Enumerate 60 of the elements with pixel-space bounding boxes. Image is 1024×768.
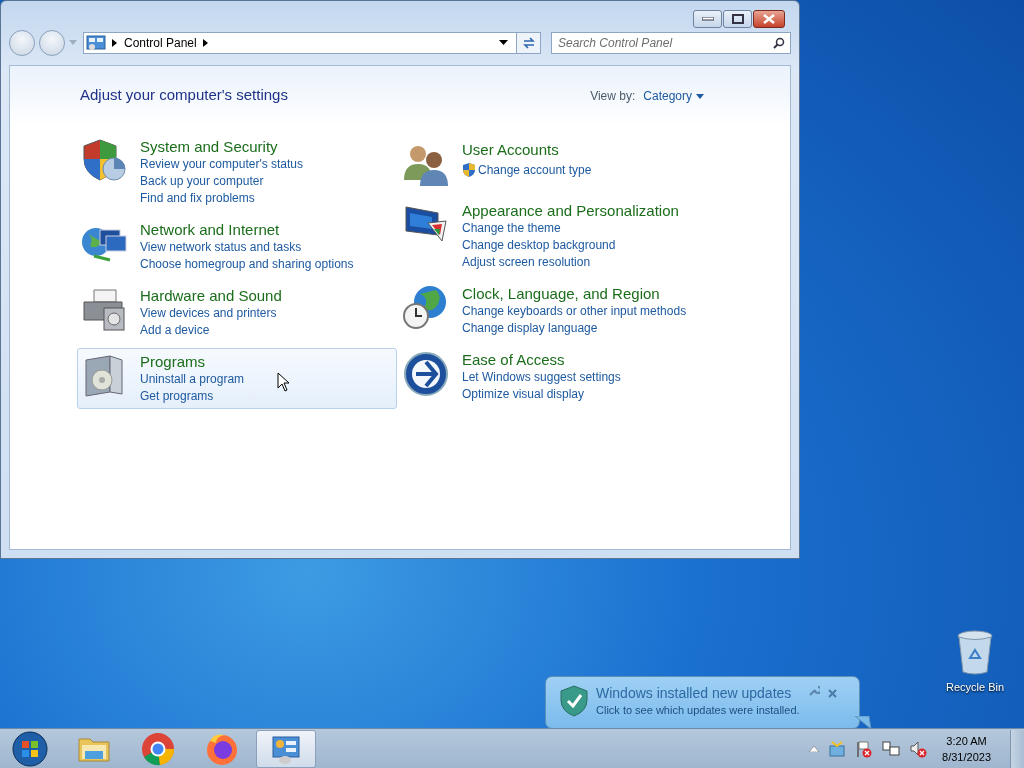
network-icon[interactable] bbox=[882, 739, 901, 758]
recycle-bin-icon[interactable] bbox=[956, 630, 994, 676]
refresh-button[interactable] bbox=[517, 32, 541, 54]
clock[interactable]: 3:20 AM 8/31/2023 bbox=[936, 732, 1001, 765]
task-link[interactable]: Find and fix problems bbox=[140, 189, 255, 207]
task-link[interactable]: Change account type bbox=[478, 161, 592, 179]
show-hidden-icons-icon[interactable] bbox=[809, 745, 820, 752]
task-link[interactable]: Change the theme bbox=[462, 219, 561, 237]
minimize-icon bbox=[701, 17, 714, 21]
task-link[interactable]: Add a device bbox=[140, 321, 210, 339]
speaker-muted-icon[interactable] bbox=[909, 739, 928, 758]
task-link[interactable]: Choose homegroup and sharing options bbox=[140, 255, 354, 273]
page-heading: Adjust your computer's settings bbox=[80, 85, 288, 105]
task-link[interactable]: Review your computer's status bbox=[140, 155, 304, 173]
taskbar-button[interactable] bbox=[256, 729, 316, 768]
notification-message: Click to see which updates were installed. bbox=[596, 703, 800, 718]
notification-balloon[interactable]: Windows installed new updates Click to see which updates were installed. bbox=[545, 676, 860, 729]
task-link[interactable]: Change display language bbox=[462, 319, 598, 337]
category-title-link[interactable]: Appearance and Personalization bbox=[462, 200, 679, 220]
view-by-dropdown[interactable]: Category bbox=[643, 87, 704, 105]
category-title-link[interactable]: Network and Internet bbox=[140, 219, 280, 239]
notification-title: Windows installed new updates bbox=[596, 685, 793, 702]
task-link[interactable]: Change keyboards or other input methods bbox=[462, 302, 687, 320]
flag-error-icon[interactable] bbox=[855, 739, 874, 758]
dropdown-arrow-icon bbox=[696, 93, 704, 99]
pointer-cursor-icon bbox=[277, 372, 291, 392]
task-link[interactable]: Uninstall a program bbox=[140, 370, 245, 388]
address-bar[interactable]: Control Panel bbox=[83, 32, 517, 54]
dropdown-arrow-icon[interactable] bbox=[499, 40, 508, 46]
refresh-icon bbox=[521, 37, 536, 49]
view-by-label: View by: bbox=[590, 88, 636, 105]
category-title-link[interactable]: Hardware and Sound bbox=[140, 285, 282, 305]
category-highlight[interactable]: Programs Uninstall a program Get programs bbox=[77, 347, 397, 409]
maximize-icon bbox=[731, 14, 744, 24]
close-button[interactable] bbox=[753, 10, 785, 28]
chevron-right-icon bbox=[202, 39, 209, 47]
shield-check-icon bbox=[560, 685, 588, 717]
control-panel-icon bbox=[86, 35, 106, 51]
task-link[interactable]: View network status and tasks bbox=[140, 238, 302, 256]
search-icon[interactable] bbox=[773, 37, 785, 49]
task-link[interactable]: View devices and printers bbox=[140, 304, 277, 322]
maximize-button[interactable] bbox=[723, 10, 752, 28]
category-title-link[interactable]: Ease of Access bbox=[462, 349, 565, 369]
task-link[interactable]: Get programs bbox=[140, 387, 214, 405]
close-icon bbox=[763, 14, 775, 24]
task-link[interactable]: Back up your computer bbox=[140, 172, 264, 190]
category-title-link[interactable]: Programs bbox=[140, 351, 206, 371]
accessibility-icon[interactable] bbox=[402, 349, 450, 398]
search-field[interactable]: Search Control Panel bbox=[551, 32, 791, 54]
task-link[interactable]: Change desktop background bbox=[462, 236, 616, 254]
category-title-link[interactable]: Clock, Language, and Region bbox=[462, 283, 660, 303]
category-title-link[interactable]: System and Security bbox=[140, 136, 278, 156]
category-title-link[interactable]: User Accounts bbox=[462, 139, 559, 159]
task-link[interactable]: Let Windows suggest settings bbox=[462, 368, 621, 386]
task-link[interactable]: Adjust screen resolution bbox=[462, 253, 591, 271]
chevron-right-icon bbox=[112, 39, 118, 47]
recycle-bin-label[interactable]: Recycle Bin bbox=[945, 679, 1005, 696]
chrome-icon bbox=[140, 730, 176, 767]
task-link[interactable]: Optimize visual display bbox=[462, 385, 585, 403]
breadcrumb[interactable]: Control Panel bbox=[124, 34, 197, 52]
